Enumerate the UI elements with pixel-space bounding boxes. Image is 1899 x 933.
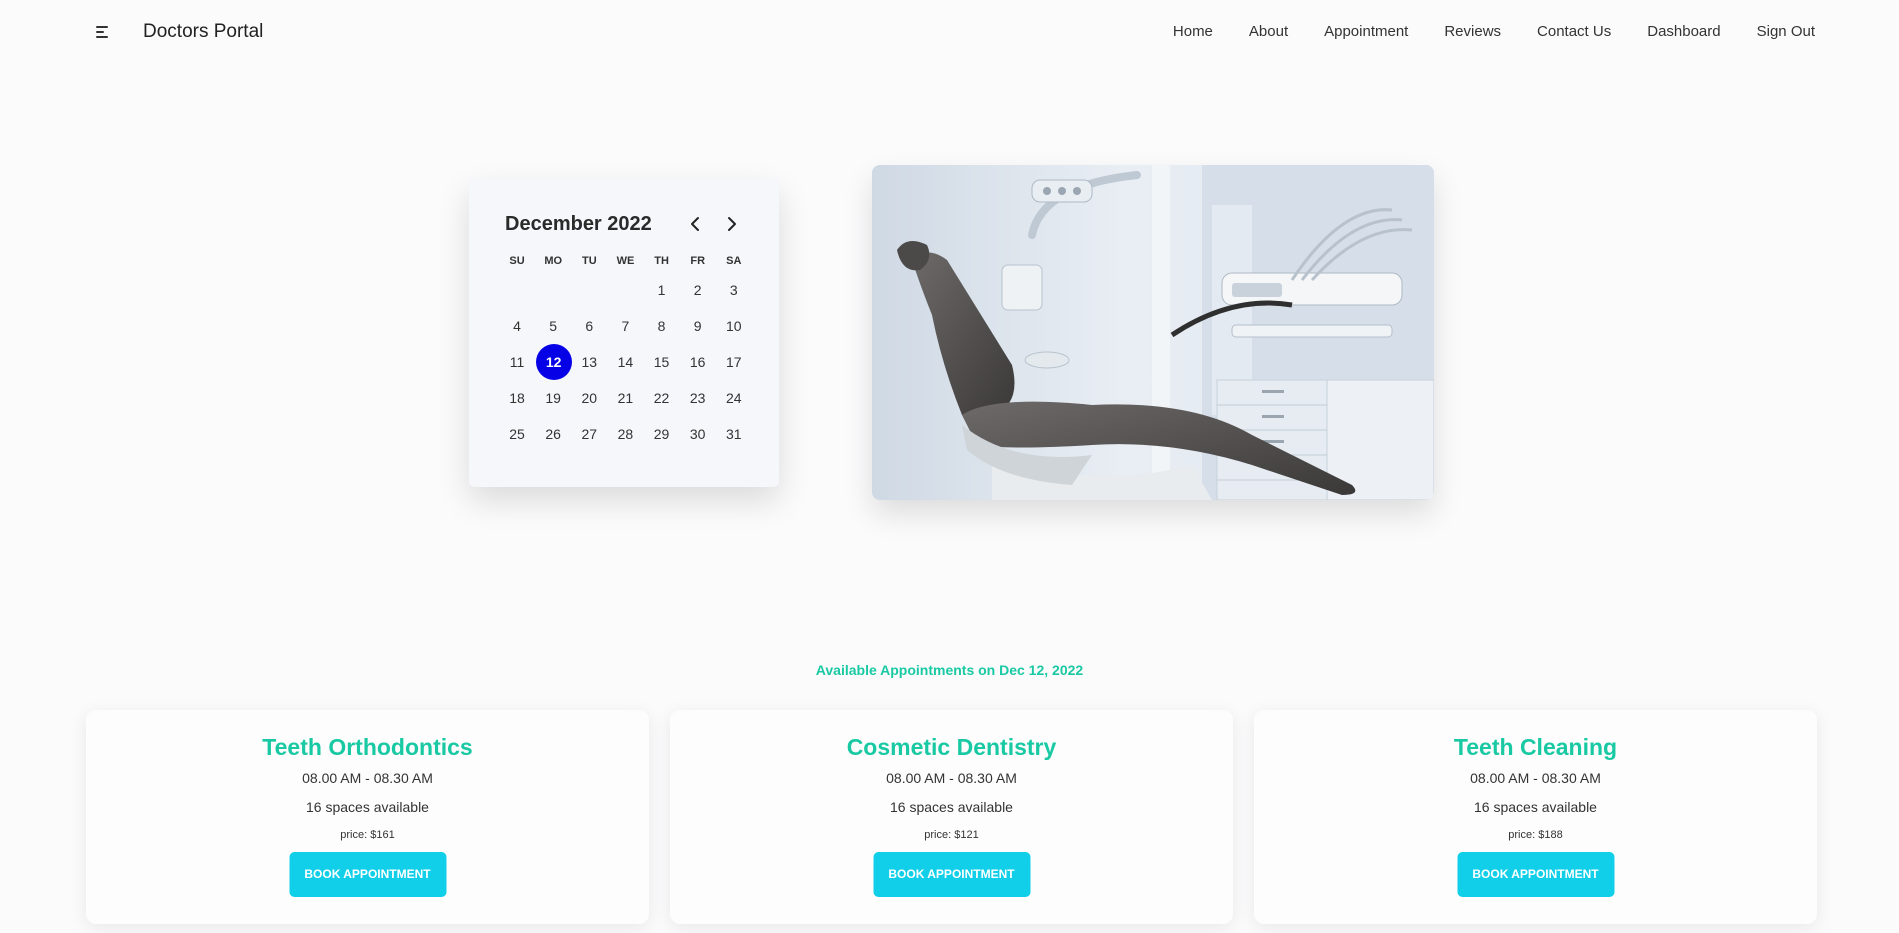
available-appointments-heading: Available Appointments on Dec 12, 2022 xyxy=(815,662,1084,678)
calendar-week-row: 4 5 6 7 8 9 10 xyxy=(499,308,752,344)
calendar-weeks: 1 2 3 4 5 6 7 8 9 10 11 12 13 14 15 16 17 18 19 20 21 22 23 24 2… xyxy=(499,272,752,452)
spaces-available: 16 spaces available xyxy=(890,799,1013,815)
time-slot: 08.00 AM - 08.30 AM xyxy=(1470,770,1601,786)
weekday-label: WE xyxy=(616,255,635,267)
calendar-day[interactable]: 21 xyxy=(607,380,643,416)
navbar: Doctors Portal Home About Appointment Re… xyxy=(0,0,1899,64)
calendar-day[interactable]: 28 xyxy=(607,416,643,452)
weekday-label: SU xyxy=(509,255,525,267)
weekday-label: MO xyxy=(544,255,563,267)
calendar-day[interactable]: 13 xyxy=(571,344,607,380)
calendar-day[interactable]: 6 xyxy=(571,308,607,344)
calendar-day-selected[interactable]: 12 xyxy=(535,344,572,380)
calendar-month-label: December 2022 xyxy=(505,213,652,235)
calendar-day[interactable]: 24 xyxy=(716,380,752,416)
calendar-day[interactable]: 1 xyxy=(644,272,680,308)
book-appointment-button[interactable]: BOOK APPOINTMENT xyxy=(1457,852,1614,897)
spaces-available: 16 spaces available xyxy=(306,799,429,815)
calendar-day[interactable]: 30 xyxy=(680,416,716,452)
calendar-day[interactable]: 23 xyxy=(680,380,716,416)
calendar-week-row: 25 26 27 28 29 30 31 xyxy=(499,416,752,452)
nav-links: Home About Appointment Reviews Contact U… xyxy=(1173,20,1815,44)
book-appointment-button[interactable]: BOOK APPOINTMENT xyxy=(873,852,1030,897)
previous-month-icon[interactable] xyxy=(684,213,706,235)
calendar-day[interactable]: 29 xyxy=(644,416,680,452)
brand-title[interactable]: Doctors Portal xyxy=(143,19,263,45)
calendar-day[interactable]: 18 xyxy=(499,380,535,416)
nav-link-about[interactable]: About xyxy=(1249,20,1288,44)
calendar-day[interactable]: 19 xyxy=(535,380,571,416)
dental-chair-image xyxy=(872,165,1434,500)
calendar-day[interactable]: 25 xyxy=(499,416,535,452)
calendar-day[interactable]: 9 xyxy=(680,308,716,344)
price-label: price: $121 xyxy=(924,829,979,841)
calendar-day[interactable]: 11 xyxy=(499,344,535,380)
service-title: Cosmetic Dentistry xyxy=(846,734,1057,760)
price-label: price: $188 xyxy=(1508,829,1563,841)
calendar-day[interactable]: 31 xyxy=(716,416,752,452)
service-title: Teeth Cleaning xyxy=(1453,734,1618,760)
nav-link-dashboard[interactable]: Dashboard xyxy=(1647,20,1720,44)
calendar-day[interactable]: 20 xyxy=(571,380,607,416)
nav-link-reviews[interactable]: Reviews xyxy=(1444,20,1501,44)
calendar-day[interactable]: 22 xyxy=(644,380,680,416)
calendar-day[interactable]: 5 xyxy=(535,308,571,344)
calendar-grid: SU MO TU WE TH FR SA 1 2 3 4 5 6 7 8 9 10 11 12 13 14… xyxy=(499,250,752,452)
calendar-day[interactable]: 4 xyxy=(499,308,535,344)
time-slot: 08.00 AM - 08.30 AM xyxy=(302,770,433,786)
calendar-day[interactable]: 15 xyxy=(644,344,680,380)
time-slot: 08.00 AM - 08.30 AM xyxy=(886,770,1017,786)
calendar-day[interactable]: 7 xyxy=(607,308,643,344)
weekday-label: TH xyxy=(654,255,669,267)
calendar-day[interactable]: 26 xyxy=(535,416,571,452)
calendar-day[interactable]: 17 xyxy=(716,344,752,380)
weekday-label: SA xyxy=(726,255,742,267)
calendar-empty-cell xyxy=(535,272,571,308)
nav-link-contact-us[interactable]: Contact Us xyxy=(1537,20,1611,44)
calendar-week-row: 11 12 13 14 15 16 17 xyxy=(499,344,752,380)
dental-chair-illustration xyxy=(872,165,1434,500)
next-month-icon[interactable] xyxy=(721,213,743,235)
price-label: price: $161 xyxy=(340,829,395,841)
calendar-empty-cell xyxy=(499,272,535,308)
menu-icon[interactable] xyxy=(92,22,112,42)
calendar-week-row: 18 19 20 21 22 23 24 xyxy=(499,380,752,416)
spaces-available: 16 spaces available xyxy=(1474,799,1597,815)
calendar-day[interactable]: 27 xyxy=(571,416,607,452)
calendar-day[interactable]: 14 xyxy=(607,344,643,380)
book-appointment-button[interactable]: BOOK APPOINTMENT xyxy=(289,852,446,897)
nav-link-sign-out[interactable]: Sign Out xyxy=(1757,20,1815,44)
appointment-card-teeth-orthodontics: Teeth Orthodontics 08.00 AM - 08.30 AM 1… xyxy=(86,710,649,924)
calendar-day[interactable]: 10 xyxy=(716,308,752,344)
calendar-day[interactable]: 3 xyxy=(716,272,752,308)
calendar-empty-cell xyxy=(571,272,607,308)
calendar-week-row: 123 xyxy=(499,272,752,308)
date-picker-calendar: December 2022 SU MO TU WE TH FR SA 12345… xyxy=(469,178,779,487)
calendar-day[interactable]: 16 xyxy=(680,344,716,380)
appointment-card-cosmetic-dentistry: Cosmetic Dentistry 08.00 AM - 08.30 AM 1… xyxy=(670,710,1233,924)
appointment-card-teeth-cleaning: Teeth Cleaning 08.00 AM - 08.30 AM 16 sp… xyxy=(1254,710,1817,924)
weekday-label: TU xyxy=(581,255,597,267)
calendar-day[interactable]: 2 xyxy=(680,272,716,308)
weekday-label: FR xyxy=(690,255,706,267)
calendar-day[interactable]: 8 xyxy=(644,308,680,344)
selected-day-number: 12 xyxy=(535,344,572,380)
nav-link-appointment[interactable]: Appointment xyxy=(1324,20,1408,44)
nav-link-home[interactable]: Home xyxy=(1173,20,1213,44)
calendar-weekday-header: SU MO TU WE TH FR SA xyxy=(499,250,752,272)
calendar-empty-cell xyxy=(607,272,643,308)
service-title: Teeth Orthodontics xyxy=(262,734,473,760)
